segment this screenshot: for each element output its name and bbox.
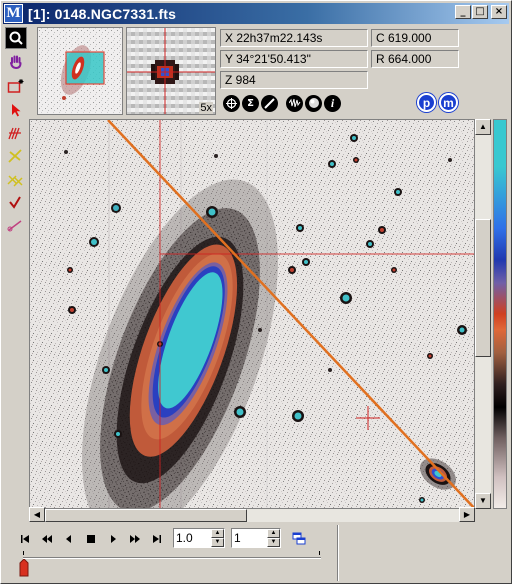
skip-end-icon <box>153 535 161 543</box>
ruler-icon <box>7 220 22 232</box>
star-cross-icon <box>8 149 22 163</box>
hand-icon <box>10 55 22 70</box>
fast-forward-icon <box>130 535 140 543</box>
scroll-down-arrow-icon[interactable]: ▼ <box>475 493 491 509</box>
slider-tick-start <box>23 551 24 555</box>
color-scale-bar[interactable] <box>493 119 507 509</box>
bottom-separator <box>337 525 339 581</box>
magnifier-icon <box>9 31 23 45</box>
speed-input[interactable] <box>174 529 208 546</box>
pan-tool-button[interactable] <box>5 51 27 73</box>
rewind-icon <box>42 535 52 543</box>
magnifier-tool-button[interactable] <box>5 27 27 49</box>
rewind-button[interactable] <box>37 529 57 549</box>
vertical-scrollbar[interactable]: ▲ ▼ <box>475 119 491 509</box>
skip-start-icon <box>21 535 29 543</box>
cascade-windows-icon <box>292 532 306 545</box>
overlay-tool-column <box>5 123 27 238</box>
horizontal-scroll-thumb[interactable] <box>45 509 247 522</box>
arrow-pointer-icon <box>12 104 21 117</box>
row-field: R 664.000 <box>371 50 459 68</box>
playback-bar: ▲▼ ▲▼ <box>5 525 507 581</box>
region-tool-button[interactable] <box>5 75 27 97</box>
fast-forward-button[interactable] <box>125 529 145 549</box>
crosshair-icon[interactable] <box>223 94 240 112</box>
stop-icon <box>87 535 95 543</box>
sphere-icon[interactable] <box>305 94 322 112</box>
frame-slider-track[interactable] <box>23 557 321 559</box>
frame-input[interactable] <box>232 529 266 546</box>
column-field: C 619.000 <box>371 29 459 47</box>
overlay-tool-1[interactable] <box>5 123 25 143</box>
overview-image <box>38 28 122 114</box>
scroll-up-arrow-icon[interactable]: ▲ <box>475 119 491 135</box>
frame-spinner[interactable]: ▲▼ <box>231 528 281 548</box>
dec-field: Y 34°21'50.413" <box>220 50 368 68</box>
image-canvas[interactable] <box>29 119 475 509</box>
slider-tick-end <box>319 551 320 555</box>
double-cross-icon <box>7 175 23 187</box>
image-window: M [1]: 0148.NGC7331.fts _ □ × 5x X 22h37… <box>0 0 512 584</box>
top-tool-column <box>5 27 33 117</box>
play-button[interactable] <box>103 529 123 549</box>
vertical-scroll-thumb[interactable] <box>475 219 491 357</box>
windows-button[interactable] <box>289 529 309 549</box>
window-title: [1]: 0148.NGC7331.fts <box>28 5 177 22</box>
first-frame-button[interactable] <box>15 529 35 549</box>
speed-spinner[interactable]: ▲▼ <box>173 528 225 548</box>
multi-line-icon <box>8 127 21 140</box>
minimize-button[interactable]: _ <box>455 5 471 19</box>
maximize-button[interactable]: □ <box>472 5 488 19</box>
checkmark-icon <box>9 196 21 209</box>
overlay-tool-2[interactable] <box>5 146 25 166</box>
step-back-button[interactable] <box>59 529 79 549</box>
measure-icon[interactable] <box>261 94 278 112</box>
close-button[interactable]: × <box>491 5 507 19</box>
ra-field: X 22h37m22.143s <box>220 29 368 47</box>
region-select-icon <box>7 79 24 93</box>
info-icon[interactable]: i <box>324 94 341 112</box>
overview-thumbnail[interactable] <box>37 27 123 115</box>
horizontal-scrollbar[interactable]: ◀ ▶ <box>29 507 475 522</box>
scroll-left-arrow-icon[interactable]: ◀ <box>29 507 45 522</box>
speed-up-arrow-icon[interactable]: ▲ <box>211 529 224 538</box>
overlay-tool-4[interactable] <box>5 192 25 212</box>
step-back-icon <box>66 535 71 543</box>
pointer-tool-button[interactable] <box>5 99 27 121</box>
value-field: Z 984 <box>220 71 368 89</box>
frame-up-arrow-icon[interactable]: ▲ <box>267 529 280 538</box>
m-button[interactable]: m <box>439 93 458 112</box>
app-logo-icon: M <box>4 4 23 23</box>
p-button[interactable]: p <box>417 93 436 112</box>
action-toolbar: Σ i <box>223 93 341 113</box>
frame-slider-thumb[interactable] <box>19 558 29 577</box>
speed-down-arrow-icon[interactable]: ▼ <box>211 538 224 547</box>
frame-down-arrow-icon[interactable]: ▼ <box>267 538 280 547</box>
title-bar[interactable]: M [1]: 0148.NGC7331.fts _ □ × <box>3 3 509 24</box>
play-icon <box>111 535 116 543</box>
overlay-tool-3[interactable] <box>5 169 25 189</box>
zoom-level-label: 5x <box>199 102 213 114</box>
overlay-tool-5[interactable] <box>5 215 25 235</box>
galaxy-image <box>30 120 474 508</box>
scroll-right-arrow-icon[interactable]: ▶ <box>459 507 475 522</box>
last-frame-button[interactable] <box>147 529 167 549</box>
waveform-icon[interactable] <box>286 94 303 112</box>
stop-button[interactable] <box>81 529 101 549</box>
sigma-icon[interactable]: Σ <box>242 94 259 112</box>
zoom-thumbnail[interactable]: 5x <box>126 27 216 115</box>
